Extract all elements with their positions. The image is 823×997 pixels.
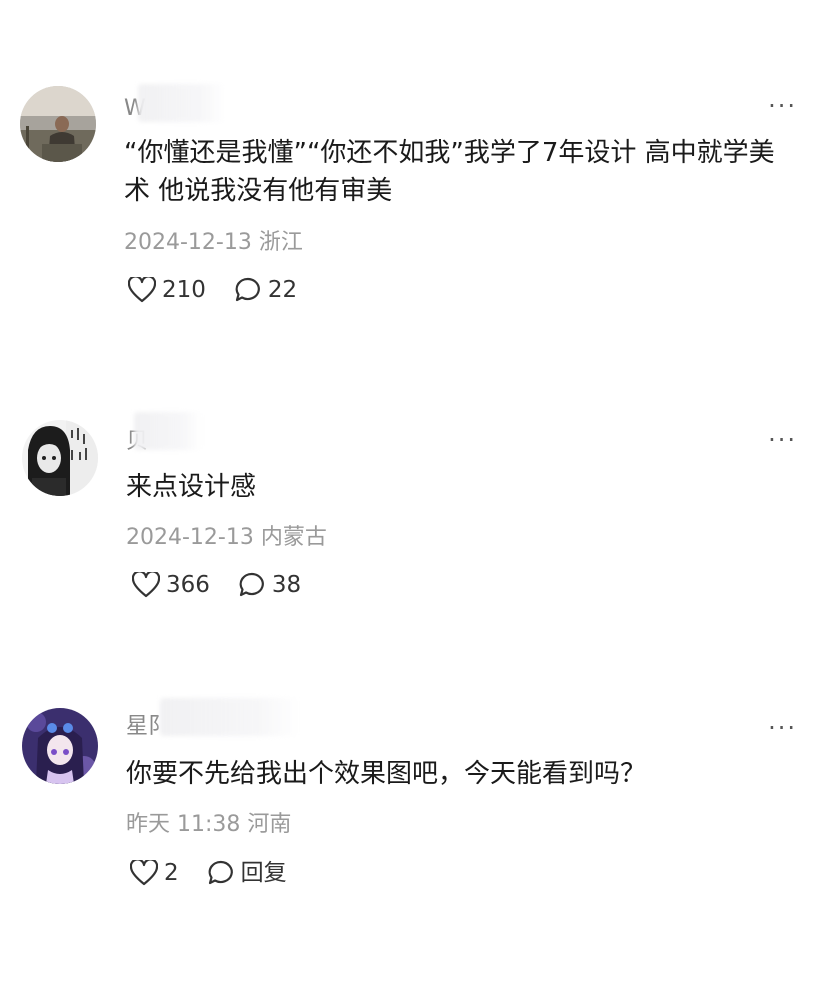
- comment-bubble-icon: [208, 860, 233, 885]
- comment-text: 你要不先给我出个效果图吧，今天能看到吗？: [126, 759, 647, 789]
- like-button[interactable]: 2: [130, 860, 179, 886]
- heart-icon: [130, 860, 158, 886]
- reply-label: 回复: [240, 860, 287, 886]
- username-redaction: [160, 698, 300, 736]
- comment-item: 星阝 ··· 你要不先给我出个效果图吧，今天能看到吗？ 昨天 11:38 河南 …: [0, 0, 823, 940]
- like-count: 2: [164, 860, 179, 886]
- comment-date: 昨天 11:38: [126, 812, 241, 837]
- reply-button[interactable]: 回复: [207, 860, 287, 886]
- more-options-button[interactable]: ···: [768, 716, 797, 740]
- anime-avatar-purple-icon: [22, 708, 98, 784]
- comment-location: 河南: [247, 812, 292, 837]
- avatar[interactable]: [22, 708, 98, 784]
- comment-meta: 昨天 11:38 河南: [126, 812, 291, 838]
- comment-actions: 2 回复: [130, 860, 315, 886]
